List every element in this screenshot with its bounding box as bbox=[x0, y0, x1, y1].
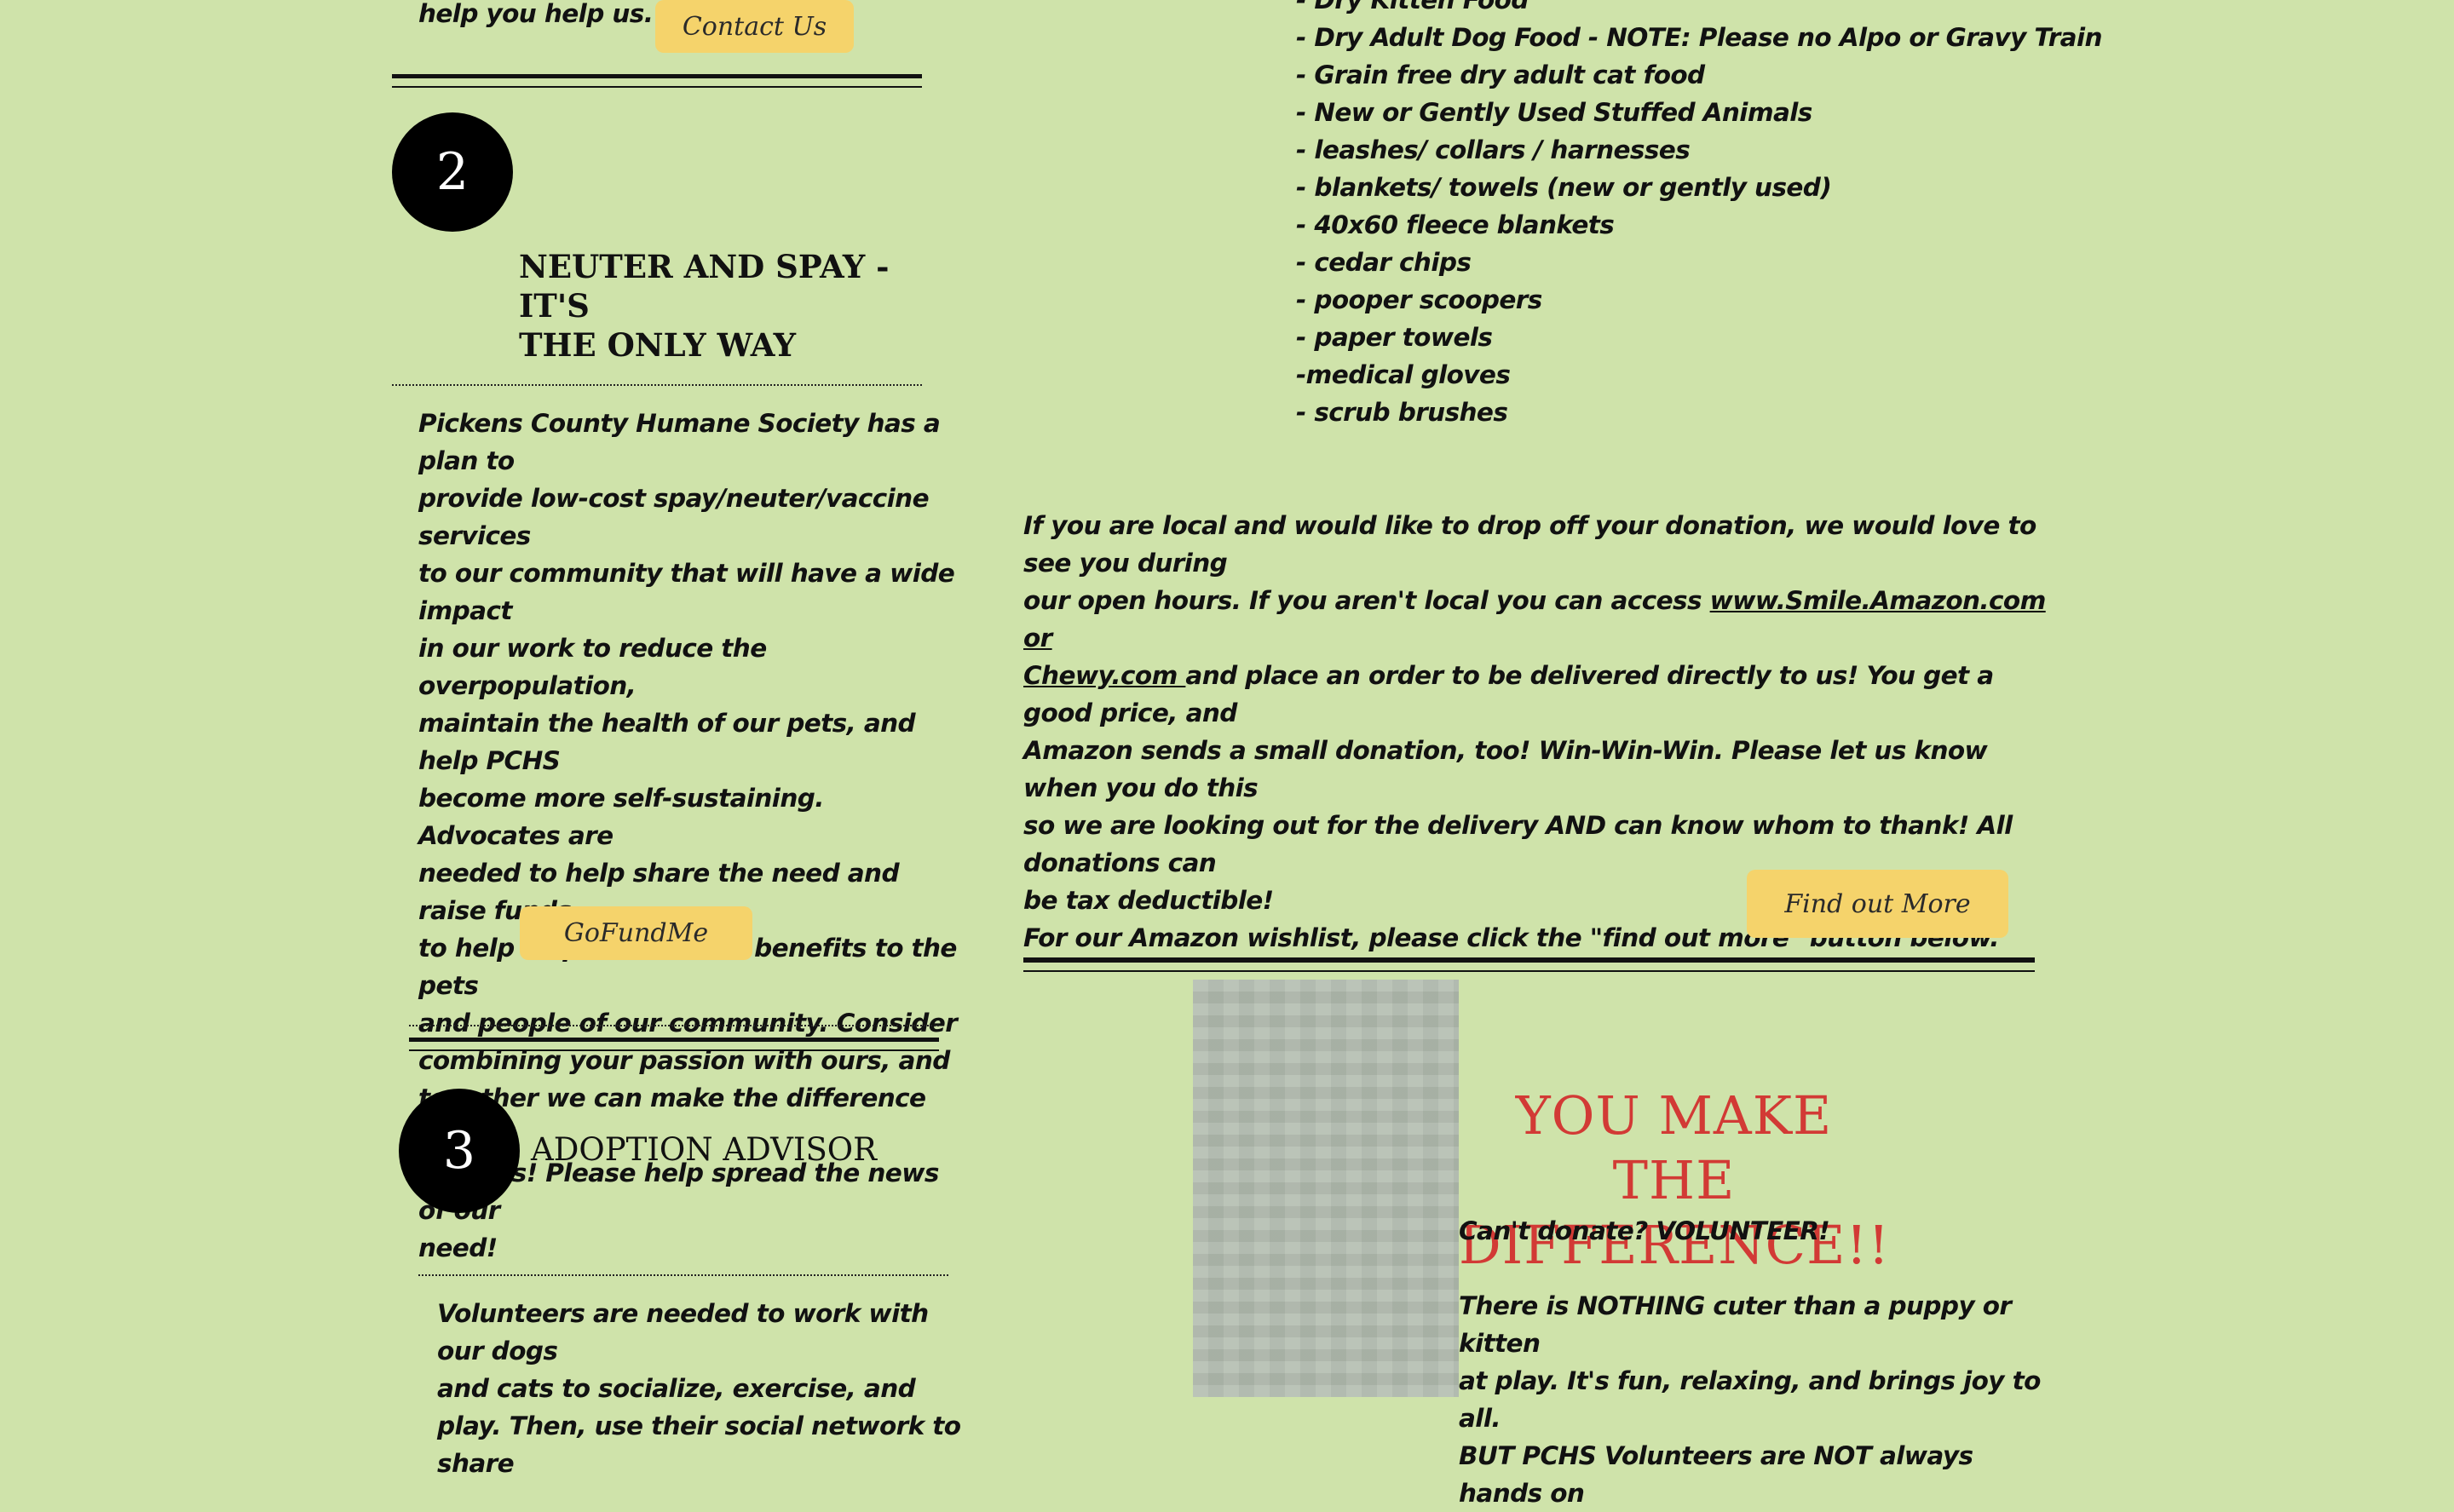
paragraph-line: Volunteers are needed to work with our d… bbox=[437, 1299, 929, 1365]
wishlist-item: - scrub brushes bbox=[1296, 398, 1508, 427]
gofundme-button[interactable]: GoFundMe bbox=[520, 906, 752, 960]
paragraph-line: BUT PCHS Volunteers are NOT always hands… bbox=[1459, 1441, 1973, 1508]
section-3-paragraph-divider bbox=[418, 1274, 948, 1276]
contact-us-button[interactable]: Contact Us bbox=[655, 0, 854, 53]
volunteer-paragraph: There is NOTHING cuter than a puppy or k… bbox=[1459, 1287, 2055, 1512]
step-number-2: 2 bbox=[392, 112, 513, 232]
wishlist-item: - Dry Kitten Food bbox=[1296, 0, 1529, 14]
step-number-3: 3 bbox=[399, 1089, 520, 1213]
right-divider-thick bbox=[1023, 957, 2035, 963]
paragraph-line: maintain the health of our pets, and hel… bbox=[418, 709, 916, 775]
section-2-divider bbox=[392, 384, 922, 386]
volunteer-photo bbox=[1193, 980, 1459, 1397]
wishlist-item: - New or Gently Used Stuffed Animals bbox=[1296, 98, 1812, 127]
paragraph-line: to our community that will have a wide i… bbox=[418, 559, 955, 625]
paragraph-line: need! bbox=[418, 1233, 498, 1262]
wishlist-item: - cedar chips bbox=[1296, 248, 1472, 277]
section-2-title: NEUTER AND SPAY - IT'S THE ONLY WAY bbox=[519, 247, 928, 365]
section-3-divider-thick bbox=[409, 1038, 939, 1042]
wishlist-item: -medical gloves bbox=[1296, 360, 1511, 389]
section-2-title-line2: THE ONLY WAY bbox=[519, 326, 797, 364]
wishlist-item: - blankets/ towels (new or gently used) bbox=[1296, 173, 1832, 202]
wishlist-item: - Grain free dry adult cat food bbox=[1296, 60, 1705, 89]
donation-wishlist: - Dry Kitten Food - Dry Adult Dog Food -… bbox=[1296, 0, 2102, 431]
paragraph-line: and people of our community. Consider bbox=[418, 1009, 958, 1038]
paragraph-line: play. Then, use their social network to … bbox=[437, 1411, 961, 1478]
paragraph-line: and cats to socialize, exercise, and bbox=[437, 1374, 916, 1403]
section-3-divider-dotted bbox=[409, 1025, 939, 1026]
wishlist-item: - Dry Adult Dog Food - NOTE: Please no A… bbox=[1296, 23, 2102, 52]
wishlist-item: - leashes/ collars / harnesses bbox=[1296, 135, 1691, 164]
volunteer-headline-line1: YOU MAKE THE bbox=[1515, 1084, 1833, 1211]
section-3-paragraph: Volunteers are needed to work with our d… bbox=[437, 1295, 965, 1482]
paragraph-line: at play. It's fun, relaxing, and brings … bbox=[1459, 1366, 2041, 1433]
wishlist-item: - paper towels bbox=[1296, 323, 1493, 352]
paragraph-line: combining your passion with ours, and bbox=[418, 1046, 950, 1075]
section-2-title-line1: NEUTER AND SPAY - IT'S bbox=[519, 248, 890, 325]
paragraph-line: in our work to reduce the overpopulation… bbox=[418, 634, 767, 700]
paragraph-line: Pickens County Humane Society has a plan… bbox=[418, 409, 941, 475]
donation-line: If you are local and would like to drop … bbox=[1023, 511, 2036, 578]
paragraph-line: provide low-cost spay/neuter/vaccine ser… bbox=[418, 484, 930, 550]
find-out-more-button[interactable]: Find out More bbox=[1747, 870, 2008, 938]
wishlist-item: - pooper scoopers bbox=[1296, 285, 1542, 314]
right-divider-thin bbox=[1023, 970, 2035, 972]
donation-line: Chewy.com and place an order to be deliv… bbox=[1023, 657, 2046, 732]
section-3-divider-thin bbox=[409, 1049, 939, 1051]
divider-thin bbox=[392, 86, 922, 88]
paragraph-line: become more self-sustaining. Advocates a… bbox=[418, 784, 824, 850]
volunteer-subhead: Can't donate? VOLUNTEER! bbox=[1459, 1216, 1830, 1245]
paragraph-line: There is NOTHING cuter than a puppy or k… bbox=[1459, 1291, 2012, 1358]
donation-line: Amazon sends a small donation, too! Win-… bbox=[1023, 736, 1988, 802]
donation-line-text: our open hours. If you aren't local you … bbox=[1023, 586, 1710, 615]
wishlist-item: - 40x60 fleece blankets bbox=[1296, 210, 1615, 239]
section-3-title: ADOPTION ADVISOR bbox=[531, 1131, 877, 1168]
divider-thick bbox=[392, 74, 922, 78]
chewy-link[interactable]: Chewy.com bbox=[1023, 661, 1185, 690]
intro-text-tail: help you help us. bbox=[418, 0, 654, 28]
donation-line: our open hours. If you aren't local you … bbox=[1023, 582, 2046, 657]
